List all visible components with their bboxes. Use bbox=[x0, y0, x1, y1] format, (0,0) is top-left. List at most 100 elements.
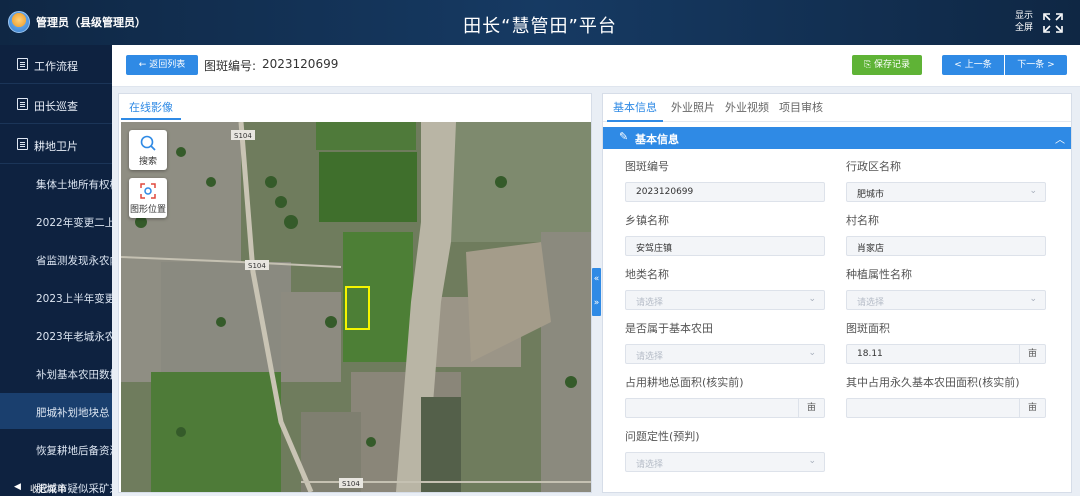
field-label: 种植属性名称 bbox=[846, 268, 912, 281]
top-header: 管理员（县级管理员） 田长“慧管田”平台 显示 全屏 bbox=[0, 0, 1080, 45]
save-icon: ⎘ bbox=[863, 60, 875, 70]
chevron-down-icon: ⌄ bbox=[808, 294, 816, 304]
chevron-down-icon: ⌄ bbox=[808, 348, 816, 358]
panel-splitter[interactable]: « » bbox=[592, 268, 601, 316]
info-panel: 基本信息 外业照片 外业视频 项目审核 ✎ 基本信息 ︿ 图斑编号 2023120… bbox=[602, 93, 1072, 493]
shape-location-button[interactable]: 图形位置 bbox=[129, 178, 167, 218]
sidebar-subitem-label: 省监测发现永农内 bbox=[36, 255, 112, 267]
sidebar-subitem-label: 恢复耕地后备资源 bbox=[36, 445, 112, 457]
save-record-button[interactable]: ⎘ 保存记录 bbox=[852, 55, 922, 75]
sidebar-item-workflow[interactable]: 工作流程 bbox=[0, 45, 112, 84]
field-label: 是否属于基本农田 bbox=[625, 322, 713, 335]
sidebar-item-label: 田长巡查 bbox=[34, 100, 78, 113]
locate-icon bbox=[140, 183, 156, 199]
sidebar-subitem-label: 2023年老城永农内 bbox=[36, 331, 112, 343]
field-label: 其中占用永久基本农田面积(核实前) bbox=[846, 376, 1020, 389]
tab-field-photos[interactable]: 外业照片 bbox=[667, 94, 719, 122]
field-label: 村名称 bbox=[846, 214, 879, 227]
sidebar-subitem-label: 2022年变更二上未 bbox=[36, 217, 112, 229]
fullscreen-label: 显示 全屏 bbox=[1014, 11, 1033, 33]
field-label: 图斑面积 bbox=[846, 322, 890, 335]
field-value: 2023120699 bbox=[636, 187, 694, 197]
patch-id-label: 图斑编号: bbox=[204, 59, 257, 73]
collapse-menu-button[interactable]: ◀ 收起菜单 bbox=[0, 480, 112, 496]
info-tabs: 基本信息 外业照片 外业视频 项目审核 bbox=[603, 94, 1071, 122]
field-select[interactable]: 请选择 ⌄ bbox=[625, 290, 825, 310]
field-label: 乡镇名称 bbox=[625, 214, 669, 227]
sidebar-item-label: 耕地卫片 bbox=[34, 140, 78, 153]
chevron-up-icon: ︿ bbox=[1055, 135, 1065, 146]
sidebar-subitem[interactable]: 省监测发现永农内 bbox=[0, 241, 112, 277]
field-label: 占用耕地总面积(核实前) bbox=[625, 376, 744, 389]
field-placeholder: 请选择 bbox=[636, 460, 664, 470]
section-header-basic-info[interactable]: ✎ 基本信息 ︿ bbox=[603, 127, 1071, 149]
field-label: 行政区名称 bbox=[846, 160, 901, 173]
road-label: S104 bbox=[248, 262, 266, 270]
fullscreen-icon bbox=[1043, 13, 1063, 33]
field-input[interactable]: 肖家店 bbox=[846, 236, 1046, 256]
unit-label: 亩 bbox=[1019, 345, 1045, 363]
sidebar-subitem[interactable]: 补划基本农田数据 bbox=[0, 355, 112, 391]
app-title: 田长“慧管田”平台 bbox=[463, 16, 617, 37]
sidebar-subitem[interactable]: 2023年老城永农内 bbox=[0, 317, 112, 353]
field-value: 肖家店 bbox=[857, 244, 885, 254]
chevron-down-icon: ⌄ bbox=[808, 456, 816, 466]
fullscreen-button[interactable]: 显示 全屏 bbox=[1010, 10, 1070, 36]
chevron-down-icon: ⌄ bbox=[1029, 186, 1037, 196]
chevron-left-icon: ◀ bbox=[14, 482, 21, 492]
expand-right-icon[interactable]: » bbox=[592, 298, 601, 308]
field-input[interactable]: 亩 bbox=[625, 398, 825, 418]
sidebar-subitem-label: 肥城补划地块总 bbox=[36, 407, 110, 419]
field-label: 地类名称 bbox=[625, 268, 669, 281]
document-icon bbox=[17, 58, 28, 70]
sidebar-subitem-label: 2023上半年变更调 bbox=[36, 293, 112, 305]
map-search-button[interactable]: 搜索 bbox=[129, 130, 167, 170]
field-select[interactable]: 肥城市 ⌄ bbox=[846, 182, 1046, 202]
sidebar-subitem-label: 集体土地所有权核 bbox=[36, 179, 112, 191]
tab-project-review[interactable]: 项目审核 bbox=[775, 94, 827, 122]
field-input[interactable]: 18.11 亩 bbox=[846, 344, 1046, 364]
field-select[interactable]: 请选择 ⌄ bbox=[625, 344, 825, 364]
field-placeholder: 请选择 bbox=[857, 298, 885, 308]
next-record-button[interactable]: 下一条 > bbox=[1005, 55, 1067, 75]
field-input[interactable]: 亩 bbox=[846, 398, 1046, 418]
edit-icon: ✎ bbox=[619, 130, 629, 143]
section-title: 基本信息 bbox=[635, 133, 679, 146]
field-value: 肥城市 bbox=[857, 190, 885, 200]
previous-record-button[interactable]: < 上一条 bbox=[942, 55, 1004, 75]
field-value: 18.11 bbox=[857, 349, 883, 359]
record-toolbar: ← 返回列表 图斑编号: 2023120699 ⎘ 保存记录 < 上一条 下一条… bbox=[112, 45, 1080, 87]
sidebar-subitem[interactable]: 集体土地所有权核 bbox=[0, 165, 112, 201]
sidebar-item-label: 工作流程 bbox=[34, 60, 78, 73]
sidebar: 工作流程 田长巡查 耕地卫片 集体土地所有权核 2022年变更二上未省监测发现永农… bbox=[0, 45, 112, 496]
save-record-label: 保存记录 bbox=[874, 60, 911, 70]
satellite-image: S104 S104 S104 bbox=[121, 122, 591, 492]
tab-basic-info[interactable]: 基本信息 bbox=[607, 94, 663, 122]
tab-field-videos[interactable]: 外业视频 bbox=[721, 94, 773, 122]
field-label: 图斑编号 bbox=[625, 160, 669, 173]
collapse-menu-label: 收起菜单 bbox=[30, 485, 67, 495]
sidebar-item-patrol[interactable]: 田长巡查 bbox=[0, 85, 112, 124]
field-select[interactable]: 请选择 ⌄ bbox=[625, 452, 825, 472]
search-icon bbox=[140, 135, 156, 151]
chevron-down-icon: ⌄ bbox=[1029, 294, 1037, 304]
document-icon bbox=[17, 138, 28, 150]
map-search-label: 搜索 bbox=[138, 157, 157, 167]
back-to-list-button[interactable]: ← 返回列表 bbox=[126, 55, 198, 75]
field-input[interactable]: 安驾庄镇 bbox=[625, 236, 825, 256]
field-value: 安驾庄镇 bbox=[636, 244, 673, 254]
sidebar-subitem[interactable]: 恢复耕地后备资源 bbox=[0, 431, 112, 467]
app-root: 管理员（县级管理员） 田长“慧管田”平台 显示 全屏 工作流程 田长巡查 耕地卫片… bbox=[0, 0, 1080, 496]
shape-location-label: 图形位置 bbox=[129, 205, 166, 215]
tab-online-imagery[interactable]: 在线影像 bbox=[121, 96, 181, 120]
sidebar-subitem[interactable]: 2022年变更二上未 bbox=[0, 203, 112, 239]
document-icon bbox=[17, 98, 28, 110]
sidebar-subitem[interactable]: 肥城补划地块总 bbox=[0, 393, 112, 429]
satellite-map[interactable]: S104 S104 S104 搜索 图形位置 bbox=[121, 122, 591, 492]
field-select[interactable]: 请选择 ⌄ bbox=[846, 290, 1046, 310]
road-label: S104 bbox=[342, 480, 360, 488]
sidebar-item-farmland-satellite[interactable]: 耕地卫片 bbox=[0, 125, 112, 164]
collapse-left-icon[interactable]: « bbox=[592, 274, 601, 284]
field-input[interactable]: 2023120699 bbox=[625, 182, 825, 202]
sidebar-subitem[interactable]: 2023上半年变更调 bbox=[0, 279, 112, 315]
